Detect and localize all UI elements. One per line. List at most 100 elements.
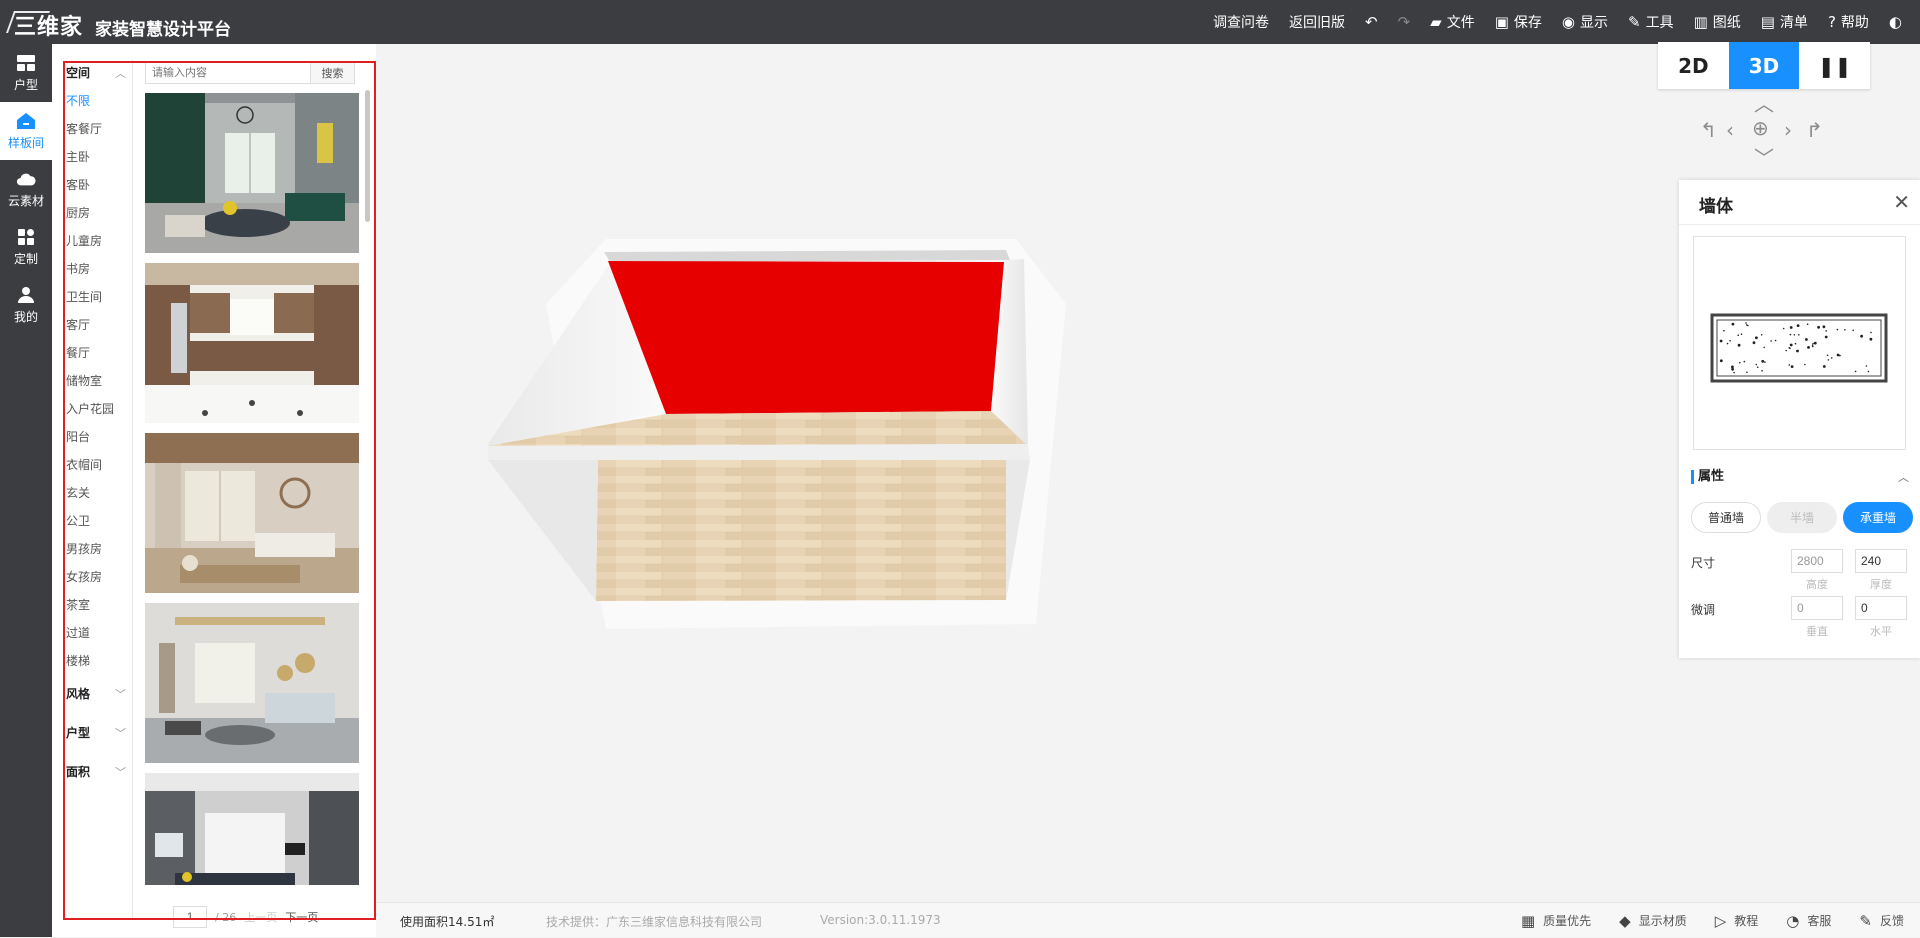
nav-item-sample-room[interactable]: 样板间 <box>0 102 52 160</box>
sample-thumbnail[interactable] <box>145 603 359 763</box>
filter-space-item[interactable]: 茶室 <box>65 591 132 619</box>
account-button[interactable]: ◐ <box>1889 13 1902 31</box>
sample-thumbnail[interactable] <box>145 93 359 253</box>
nav-item-cloud-material[interactable]: 云素材 <box>0 160 52 218</box>
properties-section-header[interactable]: 属性 ︿ <box>1691 469 1909 485</box>
filter-space-item[interactable]: 餐厅 <box>65 339 132 367</box>
filter-space-item[interactable]: 楼梯 <box>65 647 132 675</box>
help-menu[interactable]: ? 帮助 <box>1828 12 1869 32</box>
living-room-wood-image <box>145 433 359 593</box>
display-menu[interactable]: ◉ 显示 <box>1562 12 1608 32</box>
survey-button[interactable]: 调查问卷 <box>1213 12 1269 32</box>
filter-space-item[interactable]: 衣帽间 <box>65 451 132 479</box>
filter-style-header[interactable]: 风格 ﹀ <box>65 681 132 708</box>
filter-space-item[interactable]: 过道 <box>65 619 132 647</box>
file-menu[interactable]: ▰ 文件 <box>1430 12 1475 32</box>
sample-thumbnail[interactable] <box>145 433 359 593</box>
folder-icon: ▰ <box>1430 13 1442 31</box>
filter-space-item[interactable]: 储物室 <box>65 367 132 395</box>
mode-2d-button[interactable]: 2D <box>1658 42 1729 89</box>
search-input[interactable] <box>145 62 311 84</box>
logo: 三维家 家装智慧设计平台 <box>10 9 231 41</box>
filter-space-item[interactable]: 书房 <box>65 255 132 283</box>
pan-down-icon[interactable]: ﹀ <box>1754 148 1774 168</box>
filter-space-item[interactable]: 不限 <box>65 87 132 115</box>
filter-area-header[interactable]: 面积 ﹀ <box>65 759 132 786</box>
pan-up-icon[interactable]: ︿ <box>1754 94 1774 114</box>
nav-item-floorplan[interactable]: 户型 <box>0 44 52 102</box>
horizontal-input[interactable] <box>1855 596 1907 620</box>
top-menu: 调查问卷 返回旧版 ↶ ↷ ▰ 文件 ▣ 保存 ◉ 显示 ✎ 工具 ▥ 图纸 ▤ 清单 ? 帮… <box>1213 0 1902 44</box>
tools-menu[interactable]: ✎ 工具 <box>1628 12 1674 32</box>
list-icon: ▤ <box>1760 13 1775 31</box>
filter-space-item[interactable]: 厨房 <box>65 199 132 227</box>
filter-space-item[interactable]: 女孩房 <box>65 563 132 591</box>
sample-thumbnail[interactable] <box>145 263 359 423</box>
headset-icon: ◔ <box>1786 911 1800 930</box>
mode-3d-button[interactable]: 3D <box>1728 42 1800 89</box>
version: Version:3.0.11.1973 <box>820 913 941 927</box>
user-icon <box>16 286 36 304</box>
chevron-down-icon: ﹀ <box>115 726 126 740</box>
service-button[interactable]: ◔ 客服 <box>1786 912 1831 930</box>
prev-page-button[interactable]: 上一页 <box>244 909 277 925</box>
map-icon: ▥ <box>1693 13 1708 31</box>
quality-priority-button[interactable]: ▦ 质量优先 <box>1521 912 1591 930</box>
filter-space-item[interactable]: 入户花园 <box>65 395 132 423</box>
pan-left-icon[interactable]: ‹ <box>1726 120 1734 140</box>
filter-space-header[interactable]: 空间 ︿ <box>65 60 132 87</box>
wall-type-group: 普通墙 半墙 承重墙 <box>1691 502 1913 533</box>
pan-right-icon[interactable]: › <box>1784 120 1792 140</box>
filter-space-item[interactable]: 儿童房 <box>65 227 132 255</box>
space-filter-list: 不限 客餐厅 主卧 客卧 厨房 儿童房 书房 卫生间 客厅 餐厅 储物室 入户花园 阳台 衣帽间 玄关 公卫男… <box>65 87 132 675</box>
left-nav: 户型 样板间 云素材 定制 我的 <box>0 44 52 937</box>
home-icon <box>16 112 36 130</box>
redo-button[interactable]: ↷ <box>1398 13 1411 31</box>
filter-space-item[interactable]: 卫生间 <box>65 283 132 311</box>
list-menu[interactable]: ▤ 清单 <box>1761 12 1808 32</box>
grid-icon <box>16 228 36 246</box>
app-title: 家装智慧设计平台 <box>95 19 232 40</box>
filter-space-item[interactable]: 客卧 <box>65 171 132 199</box>
search-button[interactable]: 搜索 <box>311 62 355 84</box>
footprints-icon: ❚❚ <box>1817 53 1852 78</box>
thickness-input[interactable] <box>1855 549 1907 573</box>
cloud-icon <box>16 170 36 188</box>
page-number-input[interactable] <box>173 906 207 928</box>
show-material-button[interactable]: ◆ 显示材质 <box>1619 912 1687 930</box>
vertical-input[interactable] <box>1791 596 1843 620</box>
bearing-wall-button[interactable]: 承重墙 <box>1843 502 1913 533</box>
next-page-button[interactable]: 下一页 <box>285 909 318 925</box>
nav-item-mine[interactable]: 我的 <box>0 276 52 334</box>
chevron-up-icon: ︿ <box>115 66 126 80</box>
filter-space-item[interactable]: 客厅 <box>65 311 132 339</box>
panel-title: 墙体 <box>1699 197 1733 217</box>
half-wall-button[interactable]: 半墙 <box>1767 502 1837 533</box>
feedback-button[interactable]: ✎ 反馈 <box>1859 912 1904 930</box>
filter-space-item[interactable]: 玄关 <box>65 479 132 507</box>
old-version-button[interactable]: 返回旧版 <box>1289 12 1345 32</box>
rotate-right-icon[interactable]: ↱ <box>1806 120 1823 140</box>
filter-space-item[interactable]: 客餐厅 <box>65 115 132 143</box>
filter-layout-header[interactable]: 户型 ﹀ <box>65 720 132 747</box>
tutorial-button[interactable]: ▷ 教程 <box>1715 912 1759 930</box>
filter-space-item[interactable]: 公卫 <box>65 507 132 535</box>
filter-space-item[interactable]: 男孩房 <box>65 535 132 563</box>
drawings-menu[interactable]: ▥ 图纸 <box>1694 12 1741 32</box>
undo-button[interactable]: ↶ <box>1365 13 1378 31</box>
walk-mode-button[interactable]: ❚❚ <box>1799 42 1870 89</box>
selected-wall[interactable] <box>608 261 1004 414</box>
normal-wall-button[interactable]: 普通墙 <box>1691 502 1761 533</box>
save-button[interactable]: ▣ 保存 <box>1495 12 1542 32</box>
search-row: 搜索 <box>145 62 355 84</box>
sample-thumbnail[interactable] <box>145 773 359 885</box>
center-icon[interactable]: ⊕ <box>1752 118 1769 138</box>
filter-space-item[interactable]: 阳台 <box>65 423 132 451</box>
thumbnail-scrollbar[interactable] <box>365 90 370 222</box>
rotate-left-icon[interactable]: ↰ <box>1700 120 1717 140</box>
nav-item-custom[interactable]: 定制 <box>0 218 52 276</box>
height-input[interactable] <box>1791 549 1843 573</box>
filter-space-item[interactable]: 主卧 <box>65 143 132 171</box>
close-icon[interactable]: ✕ <box>1893 190 1910 214</box>
chevron-down-icon: ﹀ <box>115 765 126 779</box>
